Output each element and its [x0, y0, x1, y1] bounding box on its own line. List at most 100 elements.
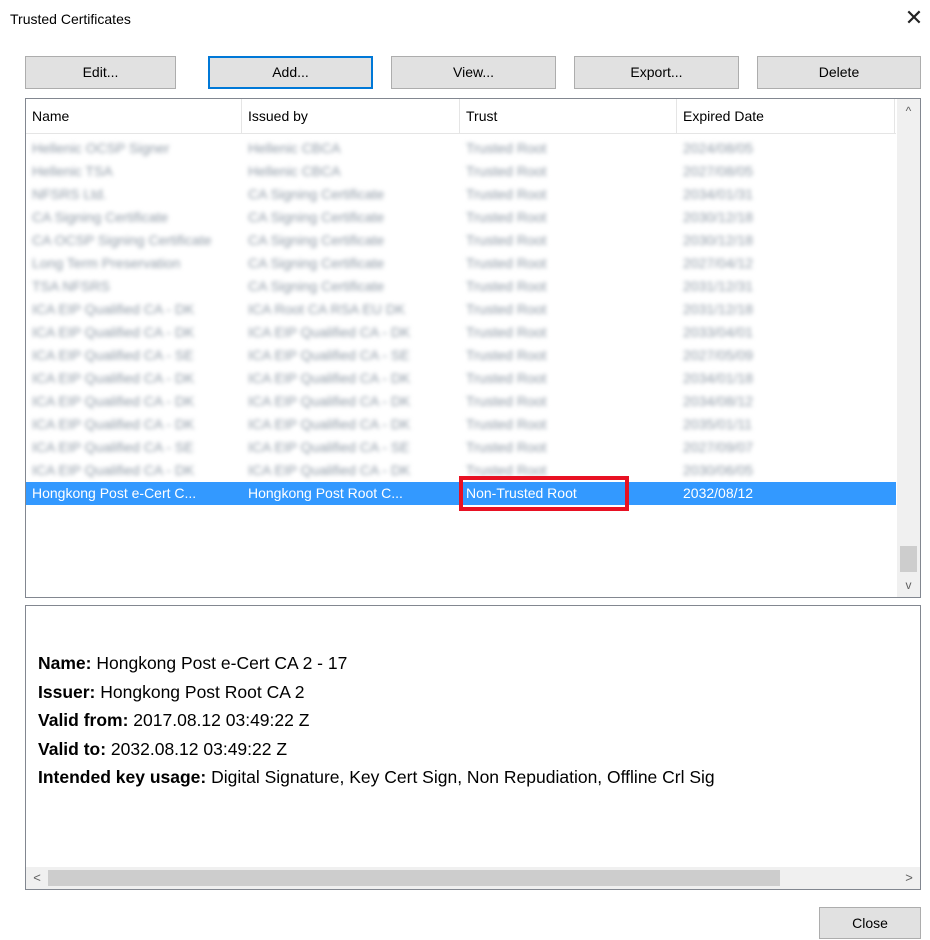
scroll-down-icon[interactable]: v	[897, 575, 920, 595]
table-row[interactable]: ICA EIP Qualified CA - DK ICA Root CA RSA…	[26, 298, 896, 321]
table-row[interactable]: Hellenic TSA Hellenic CBCA Trusted Root 202…	[26, 160, 896, 183]
cell-name: NFSRS Ltd.	[32, 186, 107, 202]
cell-expired-date: 2031/12/31	[683, 278, 754, 294]
cell-expired-date: 2033/04/01	[683, 324, 754, 340]
certificate-details: Name: Hongkong Post e-Cert CA 2 - 17 Iss…	[25, 605, 921, 890]
cell-expired-date: 2027/09/07	[683, 439, 754, 455]
table-row[interactable]: ICA EIP Qualified CA - DK ICA EIP Qualifi…	[26, 321, 896, 344]
detail-valid-to-label: Valid to:	[38, 738, 107, 759]
certificate-list[interactable]: Name Issued by Trust Expired Date Hellen…	[25, 98, 921, 598]
delete-button[interactable]: Delete	[757, 56, 921, 89]
cell-expired-date: 2024/08/05	[683, 140, 754, 156]
cell-issued-by: ICA EIP Qualified CA - DK	[248, 324, 411, 340]
cell-expired-date: 2027/08/05	[683, 163, 754, 179]
cell-issued-by: CA Signing Certificate	[248, 255, 385, 271]
cell-name: Hellenic TSA	[32, 163, 113, 179]
table-row[interactable]: TSA NFSRS CA Signing Certificate Trusted R…	[26, 275, 896, 298]
vertical-scroll-thumb[interactable]	[900, 546, 917, 572]
detail-key-usage: Intended key usage: Digital Signature, K…	[38, 763, 715, 792]
cell-trust: Trusted Root	[466, 209, 547, 225]
close-button[interactable]: Close	[819, 907, 921, 939]
cell-trust: Trusted Root	[466, 301, 547, 317]
cell-name: ICA EIP Qualified CA - DK	[32, 370, 195, 386]
close-icon[interactable]: ✕	[900, 4, 928, 32]
detail-issuer-value: Hongkong Post Root CA 2	[95, 681, 305, 702]
trusted-certificates-dialog: Trusted Certificates ✕ Edit... Add... Vi…	[0, 0, 930, 940]
cell-issued-by: ICA EIP Qualified CA - SE	[248, 439, 410, 455]
cell-issued-by: ICA EIP Qualified CA - DK	[248, 393, 411, 409]
table-row[interactable]: ICA EIP Qualified CA - SE ICA EIP Qualifi…	[26, 436, 896, 459]
cell-expired-date: 2032/08/12	[683, 485, 754, 501]
cell-name: TSA NFSRS	[32, 278, 110, 294]
table-row[interactable]: Long Term Preservation CA Signing Certifi…	[26, 252, 896, 275]
dialog-title: Trusted Certificates	[10, 11, 131, 27]
add-button[interactable]: Add...	[208, 56, 373, 89]
cell-issued-by: ICA EIP Qualified CA - DK	[248, 416, 411, 432]
table-row[interactable]: ICA EIP Qualified CA - DK ICA EIP Qualifi…	[26, 459, 896, 482]
cell-name: Hongkong Post e-Cert C...	[32, 485, 197, 501]
cell-expired-date: 2030/12/18	[683, 232, 754, 248]
cell-issued-by: CA Signing Certificate	[248, 209, 385, 225]
scroll-left-icon[interactable]: <	[26, 867, 48, 889]
detail-valid-to: Valid to: 2032.08.12 03:49:22 Z	[38, 735, 715, 764]
cell-trust: Trusted Root	[466, 462, 547, 478]
cell-name: ICA EIP Qualified CA - DK	[32, 416, 195, 432]
cell-name: ICA EIP Qualified CA - DK	[32, 393, 195, 409]
cell-issued-by: CA Signing Certificate	[248, 186, 385, 202]
cell-name: ICA EIP Qualified CA - DK	[32, 462, 195, 478]
cell-expired-date: 2030/12/18	[683, 209, 754, 225]
view-button[interactable]: View...	[391, 56, 556, 89]
detail-valid-from: Valid from: 2017.08.12 03:49:22 Z	[38, 706, 715, 735]
detail-valid-to-value: 2032.08.12 03:49:22 Z	[106, 738, 288, 759]
cell-trust: Trusted Root	[466, 370, 547, 386]
scroll-up-icon[interactable]: ^	[897, 101, 920, 121]
export-button[interactable]: Export...	[574, 56, 739, 89]
horizontal-scroll-thumb[interactable]	[48, 870, 780, 886]
table-row[interactable]: ICA EIP Qualified CA - DK ICA EIP Qualifi…	[26, 413, 896, 436]
table-row[interactable]: ICA EIP Qualified CA - SE ICA EIP Qualifi…	[26, 344, 896, 367]
cell-expired-date: 2030/06/05	[683, 462, 754, 478]
detail-key-usage-value: Digital Signature, Key Cert Sign, Non Re…	[206, 767, 715, 787]
horizontal-scrollbar[interactable]: < >	[26, 867, 920, 889]
cell-name: Long Term Preservation	[32, 255, 181, 271]
cell-trust: Trusted Root	[466, 232, 547, 248]
edit-button[interactable]: Edit...	[25, 56, 176, 89]
detail-issuer-label: Issuer:	[38, 681, 96, 702]
detail-valid-from-value: 2017.08.12 03:49:22 Z	[128, 710, 310, 730]
detail-key-usage-label: Intended key usage:	[38, 767, 207, 787]
cell-name: ICA EIP Qualified CA - SE	[32, 439, 194, 455]
detail-valid-from-label: Valid from:	[38, 710, 129, 730]
table-row[interactable]: CA OCSP Signing Certificate CA Signing Ce…	[26, 229, 896, 252]
cell-issued-by: Hongkong Post Root C...	[248, 485, 403, 501]
list-header: Name Issued by Trust Expired Date	[26, 99, 896, 134]
table-row[interactable]: NFSRS Ltd. CA Signing Certificate Trusted …	[26, 183, 896, 206]
cell-issued-by: ICA Root CA RSA EU DK	[248, 301, 406, 317]
detail-name-value: Hongkong Post e-Cert CA 2 - 17	[91, 653, 348, 673]
cell-issued-by: Hellenic CBCA	[248, 163, 341, 179]
cell-issued-by: CA Signing Certificate	[248, 278, 385, 294]
detail-issuer: Issuer: Hongkong Post Root CA 2	[38, 678, 715, 707]
cell-name: CA Signing Certificate	[32, 209, 169, 225]
table-row[interactable]: ICA EIP Qualified CA - DK ICA EIP Qualifi…	[26, 390, 896, 413]
column-header-trust[interactable]: Trust	[460, 99, 677, 133]
column-header-issued-by[interactable]: Issued by	[242, 99, 460, 133]
cell-expired-date: 2031/12/18	[683, 301, 754, 317]
cell-trust: Trusted Root	[466, 255, 547, 271]
column-header-name[interactable]: Name	[26, 99, 242, 133]
cell-trust: Trusted Root	[466, 140, 547, 156]
table-row[interactable]: CA Signing Certificate CA Signing Certifi…	[26, 206, 896, 229]
detail-name-label: Name:	[38, 653, 92, 673]
cell-trust: Trusted Root	[466, 416, 547, 432]
cell-name: ICA EIP Qualified CA - SE	[32, 347, 194, 363]
vertical-scrollbar[interactable]: ^ v	[897, 99, 920, 597]
scroll-right-icon[interactable]: >	[898, 867, 920, 889]
cell-trust: Trusted Root	[466, 347, 547, 363]
table-row-selected[interactable]: Hongkong Post e-Cert C... Hongkong Post …	[26, 476, 896, 511]
cell-expired-date: 2034/08/12	[683, 393, 754, 409]
cell-trust: Trusted Root	[466, 186, 547, 202]
cell-trust: Trusted Root	[466, 393, 547, 409]
cell-trust: Non-Trusted Root	[466, 485, 577, 501]
table-row[interactable]: ICA EIP Qualified CA - DK ICA EIP Qualifi…	[26, 367, 896, 390]
column-header-expired-date[interactable]: Expired Date	[677, 99, 895, 133]
table-row[interactable]: Hellenic OCSP Signer Hellenic CBCA Trusted…	[26, 137, 896, 160]
